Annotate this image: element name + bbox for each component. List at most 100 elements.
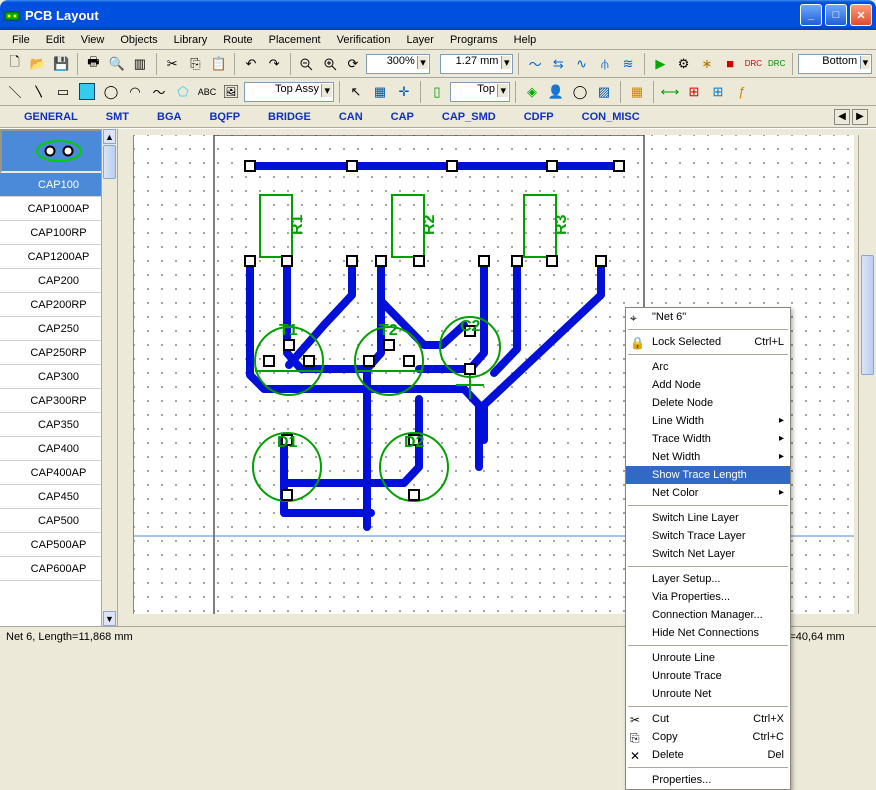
tab-bqfp[interactable]: BQFP xyxy=(195,108,254,126)
scroll-up-icon[interactable]: ▲ xyxy=(103,129,116,144)
image-tool-icon[interactable]: 🖼 xyxy=(220,81,242,103)
cut-icon[interactable]: ✂ xyxy=(162,53,183,75)
undo-icon[interactable]: ↶ xyxy=(240,53,261,75)
context-menu-item[interactable]: ⎘CopyCtrl+C xyxy=(626,728,790,746)
open-icon[interactable]: 📂 xyxy=(27,53,48,75)
close-button[interactable]: ✕ xyxy=(850,4,872,26)
via-tool-icon[interactable]: ◈ xyxy=(521,81,543,103)
context-menu-item[interactable]: Connection Manager... xyxy=(626,606,790,624)
layer-combo[interactable]: Bottom xyxy=(798,54,872,74)
tab-smt[interactable]: SMT xyxy=(92,108,143,126)
menu-help[interactable]: Help xyxy=(506,32,545,48)
func-tool-icon[interactable]: ƒ xyxy=(731,81,753,103)
tab-bga[interactable]: BGA xyxy=(143,108,195,126)
context-menu-item[interactable]: Delete Node xyxy=(626,394,790,412)
context-menu-item[interactable]: Trace Width▸ xyxy=(626,430,790,448)
list-item[interactable]: CAP300RP xyxy=(0,389,117,413)
polyline-tool-icon[interactable]: 〵 xyxy=(28,81,50,103)
route-bus-icon[interactable]: ≋ xyxy=(618,53,639,75)
context-menu-item[interactable]: Unroute Trace xyxy=(626,667,790,685)
save-icon[interactable]: 💾 xyxy=(51,53,72,75)
list-item[interactable]: CAP1200AP xyxy=(0,245,117,269)
component-list[interactable]: CAP100CAP1000APCAP100RPCAP1200APCAP200CA… xyxy=(0,173,117,581)
zoomin-icon[interactable] xyxy=(319,53,340,75)
rect-tool-icon[interactable]: ▭ xyxy=(52,81,74,103)
list-item[interactable]: CAP600AP xyxy=(0,557,117,581)
list-item[interactable]: CAP100RP xyxy=(0,221,117,245)
list-item[interactable]: CAP400AP xyxy=(0,461,117,485)
drc-icon[interactable]: DRC xyxy=(743,53,764,75)
context-menu-item[interactable]: Switch Line Layer xyxy=(626,509,790,527)
context-menu-item[interactable]: Show Trace Length xyxy=(626,466,790,484)
menu-view[interactable]: View xyxy=(73,32,113,48)
tabs-next-button[interactable]: ▶ xyxy=(852,109,868,125)
context-menu-item[interactable]: Unroute Net xyxy=(626,685,790,703)
copper-tool-icon[interactable]: ▨ xyxy=(593,81,615,103)
list-item[interactable]: CAP500AP xyxy=(0,533,117,557)
context-menu-item[interactable]: Add Node xyxy=(626,376,790,394)
arc-tool-icon[interactable]: ◠ xyxy=(124,81,146,103)
list-item[interactable]: CAP350 xyxy=(0,413,117,437)
menu-layer[interactable]: Layer xyxy=(398,32,442,48)
rectfill-tool-icon[interactable] xyxy=(76,81,98,103)
list-item[interactable]: CAP250RP xyxy=(0,341,117,365)
context-menu-item[interactable]: Properties... xyxy=(626,771,790,789)
preview-icon[interactable]: 🔍 xyxy=(106,53,127,75)
grid-combo[interactable]: 1.27 mm xyxy=(440,54,514,74)
context-menu-item[interactable]: Layer Setup... xyxy=(626,570,790,588)
list-item[interactable]: CAP450 xyxy=(0,485,117,509)
text-tool-icon[interactable]: ABC xyxy=(196,81,218,103)
dim-tool-icon[interactable]: ⟷ xyxy=(659,81,681,103)
route-fanout-icon[interactable]: ⫛ xyxy=(594,53,615,75)
paste-icon[interactable]: 📋 xyxy=(208,53,229,75)
tab-can[interactable]: CAN xyxy=(325,108,377,126)
copy-icon[interactable]: ⎘ xyxy=(185,53,206,75)
menu-programs[interactable]: Programs xyxy=(442,32,506,48)
menu-edit[interactable]: Edit xyxy=(38,32,73,48)
list-item[interactable]: CAP100 xyxy=(0,173,117,197)
menu-library[interactable]: Library xyxy=(166,32,216,48)
context-menu-item[interactable]: 🔒Lock SelectedCtrl+L xyxy=(626,333,790,351)
tab-conmisc[interactable]: CON_MISC xyxy=(568,108,654,126)
redo-icon[interactable]: ↷ xyxy=(264,53,285,75)
line-tool-icon[interactable]: ＼ xyxy=(4,81,26,103)
grid3-tool-icon[interactable]: ⊞ xyxy=(707,81,729,103)
context-menu-item[interactable]: Via Properties... xyxy=(626,588,790,606)
menu-placement[interactable]: Placement xyxy=(261,32,329,48)
minimize-button[interactable]: _ xyxy=(800,4,822,26)
context-menu-item[interactable]: ✕DeleteDel xyxy=(626,746,790,764)
stop-icon[interactable]: ■ xyxy=(720,53,741,75)
list-item[interactable]: CAP200 xyxy=(0,269,117,293)
tab-capsmd[interactable]: CAP_SMD xyxy=(428,108,510,126)
ellipse-tool-icon[interactable]: ◯ xyxy=(100,81,122,103)
context-menu-item[interactable]: Arc xyxy=(626,358,790,376)
pattern-tool-icon[interactable]: ⊞ xyxy=(683,81,705,103)
route-edit-icon[interactable]: ⇆ xyxy=(548,53,569,75)
context-menu-item[interactable]: Net Width▸ xyxy=(626,448,790,466)
sidebar-scrollbar[interactable]: ▲ ▼ xyxy=(101,129,117,626)
menu-route[interactable]: Route xyxy=(215,32,260,48)
context-menu-item[interactable]: ✂CutCtrl+X xyxy=(626,710,790,728)
zoomout-icon[interactable] xyxy=(296,53,317,75)
print-icon[interactable]: 🖶 xyxy=(83,53,104,75)
zoomrefresh-icon[interactable]: ⟳ xyxy=(342,53,363,75)
maximize-button[interactable]: □ xyxy=(825,4,847,26)
component-tool-icon[interactable]: ▯ xyxy=(426,81,448,103)
polyfill-tool-icon[interactable]: ⬠ xyxy=(172,81,194,103)
ratsnest-icon[interactable]: ∗ xyxy=(696,53,717,75)
tabs-prev-button[interactable]: ◀ xyxy=(834,109,850,125)
list-item[interactable]: CAP200RP xyxy=(0,293,117,317)
context-menu-item[interactable]: Switch Net Layer xyxy=(626,545,790,563)
list-item[interactable]: CAP500 xyxy=(0,509,117,533)
list-item[interactable]: CAP1000AP xyxy=(0,197,117,221)
menu-file[interactable]: File xyxy=(4,32,38,48)
tab-cap[interactable]: CAP xyxy=(377,108,428,126)
canvas-scroll-vthumb[interactable] xyxy=(861,255,874,375)
run-icon[interactable]: ▶ xyxy=(650,53,671,75)
drc2-icon[interactable]: DRC xyxy=(766,53,787,75)
list-item[interactable]: CAP400 xyxy=(0,437,117,461)
arrow-tool-icon[interactable]: ↖ xyxy=(345,81,367,103)
context-menu-item[interactable]: Unroute Line xyxy=(626,649,790,667)
scroll-thumb[interactable] xyxy=(103,145,116,179)
assy-layer-combo[interactable]: Top Assy xyxy=(244,82,334,102)
